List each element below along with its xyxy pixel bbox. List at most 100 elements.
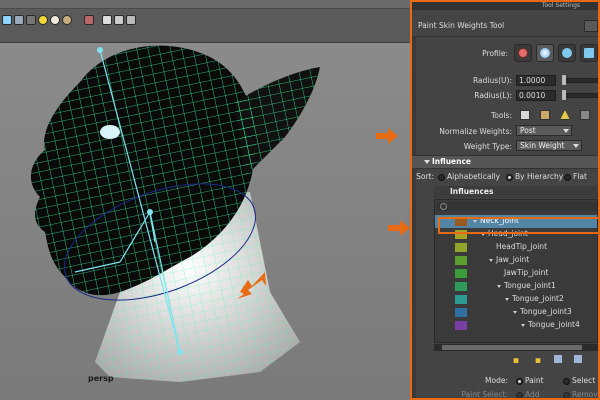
influence-color-swatch[interactable] xyxy=(455,269,467,278)
influence-name: Tongue_joint3 xyxy=(520,307,572,316)
influence-name: Tongue_joint1 xyxy=(504,281,556,290)
radius-l-slider[interactable] xyxy=(562,93,598,98)
expand-triangle-icon[interactable] xyxy=(513,311,517,314)
viewport-toolbar xyxy=(0,0,410,43)
sort-flat-label[interactable]: Flat xyxy=(573,172,587,181)
head-model[interactable] xyxy=(0,42,410,400)
sort-alphabetically-radio[interactable] xyxy=(438,174,445,181)
profile-solid-button[interactable] xyxy=(558,44,576,62)
influence-name: Jaw_joint xyxy=(496,255,530,264)
camera-icon[interactable] xyxy=(84,15,94,25)
radius-u-field[interactable]: 1.0000 xyxy=(516,75,556,86)
headtip-joint-marker[interactable] xyxy=(97,47,103,53)
influence-row[interactable]: Tongue_joint1 xyxy=(435,280,597,293)
copy-weights-icon[interactable] xyxy=(520,110,530,120)
sort-flat-radio[interactable] xyxy=(564,174,571,181)
influence-color-swatch[interactable] xyxy=(455,243,467,252)
chevron-down-icon xyxy=(573,144,579,148)
normalize-weights-label: Normalize Weights: xyxy=(439,127,512,136)
radius-l-slider-thumb[interactable] xyxy=(562,90,566,100)
mode-paint-radio[interactable] xyxy=(516,378,523,385)
expand-triangle-icon[interactable] xyxy=(521,324,525,327)
influence-section-title: Influence xyxy=(432,157,471,166)
sort-label: Sort: xyxy=(416,172,434,181)
shaded-icon[interactable] xyxy=(14,15,24,25)
chevron-down-icon xyxy=(563,129,569,133)
eye-mesh xyxy=(100,125,120,139)
sort-by-hierarchy-radio[interactable] xyxy=(506,174,513,181)
profile-soft-button[interactable] xyxy=(536,44,554,62)
expand-triangle-icon[interactable] xyxy=(505,298,509,301)
mode-select-label[interactable]: Select xyxy=(572,376,595,385)
influence-color-swatch[interactable] xyxy=(455,321,467,330)
influence-row[interactable]: HeadTip_joint xyxy=(435,241,597,254)
influences-title: Influences xyxy=(450,187,494,196)
paste-weights-icon[interactable] xyxy=(540,110,550,120)
influence-row[interactable]: JawTip_joint xyxy=(435,267,597,280)
lock-icon[interactable] xyxy=(513,358,519,363)
light-icon[interactable] xyxy=(38,15,48,25)
influence-row[interactable]: Tongue_joint4 xyxy=(435,319,597,332)
influence-color-swatch[interactable] xyxy=(455,295,467,304)
radius-u-slider[interactable] xyxy=(562,78,598,83)
influence-color-swatch[interactable] xyxy=(455,308,467,317)
viewport[interactable]: persp xyxy=(0,0,410,400)
shadow-icon[interactable] xyxy=(62,15,72,25)
paint-select-add-label[interactable]: Add xyxy=(525,390,540,398)
selected-influence-highlight xyxy=(438,217,598,234)
list-icon[interactable] xyxy=(554,355,562,363)
influence-row[interactable]: Jaw_joint xyxy=(435,254,597,267)
mirror-weights-icon[interactable] xyxy=(580,110,590,120)
influence-name: Tongue_joint4 xyxy=(528,320,580,329)
neck-joint-marker[interactable] xyxy=(177,349,183,355)
sort-alphabetically-label[interactable]: Alphabetically xyxy=(447,172,500,181)
weight-hammer-icon[interactable] xyxy=(560,110,570,120)
paint-select-label: Paint Select: xyxy=(461,390,508,399)
influence-section-header[interactable]: Influence xyxy=(412,155,598,169)
cube-icon[interactable] xyxy=(102,15,112,25)
mode-paint-label[interactable]: Paint xyxy=(525,376,544,385)
panel-side-strip xyxy=(412,37,416,398)
grid-icon[interactable] xyxy=(114,15,124,25)
shuffle-icon[interactable] xyxy=(126,15,136,25)
radius-u-slider-thumb[interactable] xyxy=(562,75,566,85)
scrollbar-thumb[interactable] xyxy=(442,345,582,350)
radius-l-field[interactable]: 0.0010 xyxy=(516,90,556,101)
profile-gaussian-button[interactable] xyxy=(514,44,532,62)
tools-label: Tools: xyxy=(490,111,512,120)
paint-select-remove-label[interactable]: Remove xyxy=(572,390,598,398)
reset-tool-button[interactable] xyxy=(584,20,598,32)
search-icon xyxy=(440,203,447,210)
influence-row[interactable]: Tongue_joint2 xyxy=(435,293,597,306)
influence-row[interactable]: Tongue_joint3 xyxy=(435,306,597,319)
weight-type-label: Weight Type: xyxy=(463,142,512,151)
sort-by-hierarchy-label[interactable]: By Hierarchy xyxy=(515,172,563,181)
influence-name: HeadTip_joint xyxy=(496,242,548,251)
influence-color-swatch[interactable] xyxy=(455,256,467,265)
influence-name: JawTip_joint xyxy=(504,268,549,277)
paint-select-remove-radio[interactable] xyxy=(563,392,570,398)
annotation-arrow-influence xyxy=(388,220,410,236)
paint-select-add-radio[interactable] xyxy=(516,392,523,398)
sun-icon[interactable] xyxy=(50,15,60,25)
jaw-joint-marker[interactable] xyxy=(147,209,153,215)
isolate-icon[interactable] xyxy=(2,15,12,25)
panel-header: Tool Settings xyxy=(412,2,598,10)
list-flat-icon[interactable] xyxy=(574,355,582,363)
weight-type-dropdown[interactable]: Skin Weight xyxy=(516,140,582,151)
normalize-weights-dropdown[interactable]: Post xyxy=(516,125,572,136)
influence-color-swatch[interactable] xyxy=(455,282,467,291)
camera-label: persp xyxy=(88,374,114,383)
mode-select-radio[interactable] xyxy=(563,378,570,385)
profile-square-button[interactable] xyxy=(580,44,598,62)
expand-triangle-icon[interactable] xyxy=(489,259,493,262)
wireframe-icon[interactable] xyxy=(26,15,36,25)
influence-name: Tongue_joint2 xyxy=(512,294,564,303)
influence-filter-field[interactable] xyxy=(437,202,597,211)
influences-horizontal-scrollbar[interactable] xyxy=(434,344,598,351)
collapse-triangle-icon[interactable] xyxy=(424,160,430,164)
expand-triangle-icon[interactable] xyxy=(497,285,501,288)
weight-type-value: Skin Weight xyxy=(520,141,565,150)
unlock-icon[interactable] xyxy=(535,358,541,363)
influences-header-row: Influences xyxy=(434,186,598,198)
